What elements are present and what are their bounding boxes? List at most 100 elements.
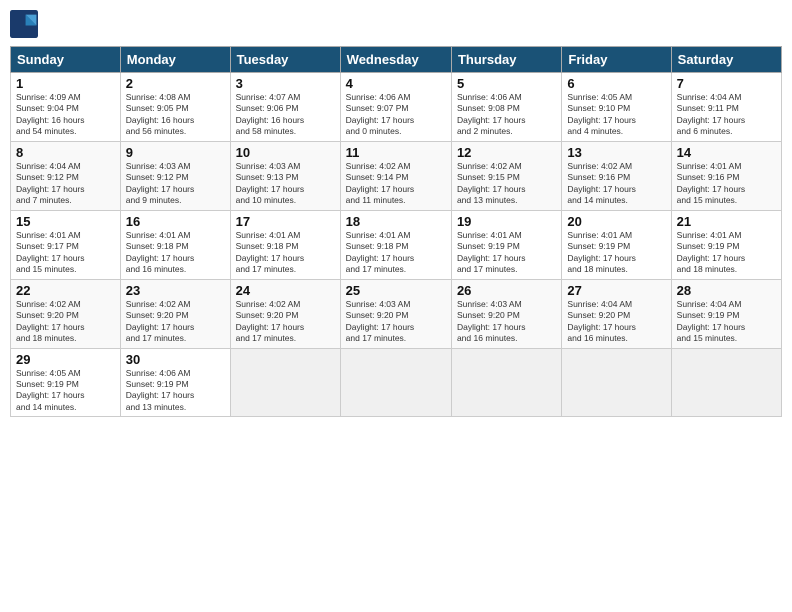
calendar-cell: 23Sunrise: 4:02 AM Sunset: 9:20 PM Dayli… (120, 279, 230, 348)
calendar-cell: 26Sunrise: 4:03 AM Sunset: 9:20 PM Dayli… (451, 279, 561, 348)
day-info: Sunrise: 4:04 AM Sunset: 9:20 PM Dayligh… (567, 299, 665, 345)
calendar-cell: 15Sunrise: 4:01 AM Sunset: 9:17 PM Dayli… (11, 210, 121, 279)
calendar-cell: 11Sunrise: 4:02 AM Sunset: 9:14 PM Dayli… (340, 141, 451, 210)
calendar-cell: 17Sunrise: 4:01 AM Sunset: 9:18 PM Dayli… (230, 210, 340, 279)
calendar-cell (671, 348, 781, 417)
day-info: Sunrise: 4:01 AM Sunset: 9:17 PM Dayligh… (16, 230, 115, 276)
day-info: Sunrise: 4:06 AM Sunset: 9:07 PM Dayligh… (346, 92, 446, 138)
calendar-cell: 4Sunrise: 4:06 AM Sunset: 9:07 PM Daylig… (340, 73, 451, 142)
calendar-cell: 9Sunrise: 4:03 AM Sunset: 9:12 PM Daylig… (120, 141, 230, 210)
day-info: Sunrise: 4:03 AM Sunset: 9:20 PM Dayligh… (457, 299, 556, 345)
day-number: 21 (677, 214, 776, 229)
day-info: Sunrise: 4:01 AM Sunset: 9:16 PM Dayligh… (677, 161, 776, 207)
day-header-monday: Monday (120, 47, 230, 73)
day-number: 7 (677, 76, 776, 91)
day-number: 3 (236, 76, 335, 91)
calendar-cell: 19Sunrise: 4:01 AM Sunset: 9:19 PM Dayli… (451, 210, 561, 279)
day-number: 26 (457, 283, 556, 298)
day-info: Sunrise: 4:05 AM Sunset: 9:10 PM Dayligh… (567, 92, 665, 138)
day-info: Sunrise: 4:01 AM Sunset: 9:18 PM Dayligh… (236, 230, 335, 276)
calendar-cell (230, 348, 340, 417)
day-info: Sunrise: 4:04 AM Sunset: 9:19 PM Dayligh… (677, 299, 776, 345)
day-info: Sunrise: 4:09 AM Sunset: 9:04 PM Dayligh… (16, 92, 115, 138)
calendar-cell: 8Sunrise: 4:04 AM Sunset: 9:12 PM Daylig… (11, 141, 121, 210)
day-header-friday: Friday (562, 47, 671, 73)
day-number: 16 (126, 214, 225, 229)
day-info: Sunrise: 4:01 AM Sunset: 9:19 PM Dayligh… (457, 230, 556, 276)
calendar-cell: 30Sunrise: 4:06 AM Sunset: 9:19 PM Dayli… (120, 348, 230, 417)
day-number: 10 (236, 145, 335, 160)
day-number: 8 (16, 145, 115, 160)
day-info: Sunrise: 4:06 AM Sunset: 9:19 PM Dayligh… (126, 368, 225, 414)
day-number: 24 (236, 283, 335, 298)
calendar-cell: 13Sunrise: 4:02 AM Sunset: 9:16 PM Dayli… (562, 141, 671, 210)
day-info: Sunrise: 4:02 AM Sunset: 9:15 PM Dayligh… (457, 161, 556, 207)
day-info: Sunrise: 4:06 AM Sunset: 9:08 PM Dayligh… (457, 92, 556, 138)
calendar: SundayMondayTuesdayWednesdayThursdayFrid… (10, 46, 782, 417)
day-number: 17 (236, 214, 335, 229)
calendar-cell: 25Sunrise: 4:03 AM Sunset: 9:20 PM Dayli… (340, 279, 451, 348)
logo (10, 10, 40, 38)
day-number: 1 (16, 76, 115, 91)
day-info: Sunrise: 4:03 AM Sunset: 9:12 PM Dayligh… (126, 161, 225, 207)
day-number: 29 (16, 352, 115, 367)
day-number: 25 (346, 283, 446, 298)
calendar-cell: 18Sunrise: 4:01 AM Sunset: 9:18 PM Dayli… (340, 210, 451, 279)
day-number: 15 (16, 214, 115, 229)
day-info: Sunrise: 4:01 AM Sunset: 9:18 PM Dayligh… (346, 230, 446, 276)
calendar-cell: 29Sunrise: 4:05 AM Sunset: 9:19 PM Dayli… (11, 348, 121, 417)
day-header-wednesday: Wednesday (340, 47, 451, 73)
day-number: 6 (567, 76, 665, 91)
day-info: Sunrise: 4:04 AM Sunset: 9:11 PM Dayligh… (677, 92, 776, 138)
day-number: 11 (346, 145, 446, 160)
calendar-cell: 20Sunrise: 4:01 AM Sunset: 9:19 PM Dayli… (562, 210, 671, 279)
day-info: Sunrise: 4:04 AM Sunset: 9:12 PM Dayligh… (16, 161, 115, 207)
calendar-cell: 10Sunrise: 4:03 AM Sunset: 9:13 PM Dayli… (230, 141, 340, 210)
day-number: 9 (126, 145, 225, 160)
calendar-week-4: 22Sunrise: 4:02 AM Sunset: 9:20 PM Dayli… (11, 279, 782, 348)
calendar-cell: 12Sunrise: 4:02 AM Sunset: 9:15 PM Dayli… (451, 141, 561, 210)
calendar-cell: 28Sunrise: 4:04 AM Sunset: 9:19 PM Dayli… (671, 279, 781, 348)
calendar-cell: 6Sunrise: 4:05 AM Sunset: 9:10 PM Daylig… (562, 73, 671, 142)
calendar-week-5: 29Sunrise: 4:05 AM Sunset: 9:19 PM Dayli… (11, 348, 782, 417)
day-info: Sunrise: 4:07 AM Sunset: 9:06 PM Dayligh… (236, 92, 335, 138)
day-number: 27 (567, 283, 665, 298)
day-info: Sunrise: 4:03 AM Sunset: 9:13 PM Dayligh… (236, 161, 335, 207)
day-header-sunday: Sunday (11, 47, 121, 73)
day-number: 23 (126, 283, 225, 298)
calendar-cell: 5Sunrise: 4:06 AM Sunset: 9:08 PM Daylig… (451, 73, 561, 142)
day-number: 12 (457, 145, 556, 160)
day-info: Sunrise: 4:02 AM Sunset: 9:20 PM Dayligh… (16, 299, 115, 345)
calendar-header-row: SundayMondayTuesdayWednesdayThursdayFrid… (11, 47, 782, 73)
day-header-tuesday: Tuesday (230, 47, 340, 73)
day-number: 22 (16, 283, 115, 298)
day-number: 13 (567, 145, 665, 160)
day-number: 4 (346, 76, 446, 91)
calendar-cell (562, 348, 671, 417)
calendar-cell: 14Sunrise: 4:01 AM Sunset: 9:16 PM Dayli… (671, 141, 781, 210)
day-info: Sunrise: 4:01 AM Sunset: 9:19 PM Dayligh… (677, 230, 776, 276)
calendar-cell (451, 348, 561, 417)
calendar-cell: 1Sunrise: 4:09 AM Sunset: 9:04 PM Daylig… (11, 73, 121, 142)
logo-icon (10, 10, 38, 38)
day-info: Sunrise: 4:01 AM Sunset: 9:18 PM Dayligh… (126, 230, 225, 276)
day-info: Sunrise: 4:03 AM Sunset: 9:20 PM Dayligh… (346, 299, 446, 345)
day-number: 20 (567, 214, 665, 229)
day-header-thursday: Thursday (451, 47, 561, 73)
calendar-cell: 22Sunrise: 4:02 AM Sunset: 9:20 PM Dayli… (11, 279, 121, 348)
calendar-cell: 24Sunrise: 4:02 AM Sunset: 9:20 PM Dayli… (230, 279, 340, 348)
calendar-week-1: 1Sunrise: 4:09 AM Sunset: 9:04 PM Daylig… (11, 73, 782, 142)
calendar-cell: 16Sunrise: 4:01 AM Sunset: 9:18 PM Dayli… (120, 210, 230, 279)
calendar-week-3: 15Sunrise: 4:01 AM Sunset: 9:17 PM Dayli… (11, 210, 782, 279)
day-info: Sunrise: 4:02 AM Sunset: 9:20 PM Dayligh… (236, 299, 335, 345)
day-info: Sunrise: 4:01 AM Sunset: 9:19 PM Dayligh… (567, 230, 665, 276)
day-info: Sunrise: 4:02 AM Sunset: 9:20 PM Dayligh… (126, 299, 225, 345)
day-number: 28 (677, 283, 776, 298)
day-number: 5 (457, 76, 556, 91)
calendar-cell: 7Sunrise: 4:04 AM Sunset: 9:11 PM Daylig… (671, 73, 781, 142)
calendar-week-2: 8Sunrise: 4:04 AM Sunset: 9:12 PM Daylig… (11, 141, 782, 210)
page-header (10, 10, 782, 38)
day-info: Sunrise: 4:05 AM Sunset: 9:19 PM Dayligh… (16, 368, 115, 414)
day-number: 30 (126, 352, 225, 367)
calendar-cell (340, 348, 451, 417)
